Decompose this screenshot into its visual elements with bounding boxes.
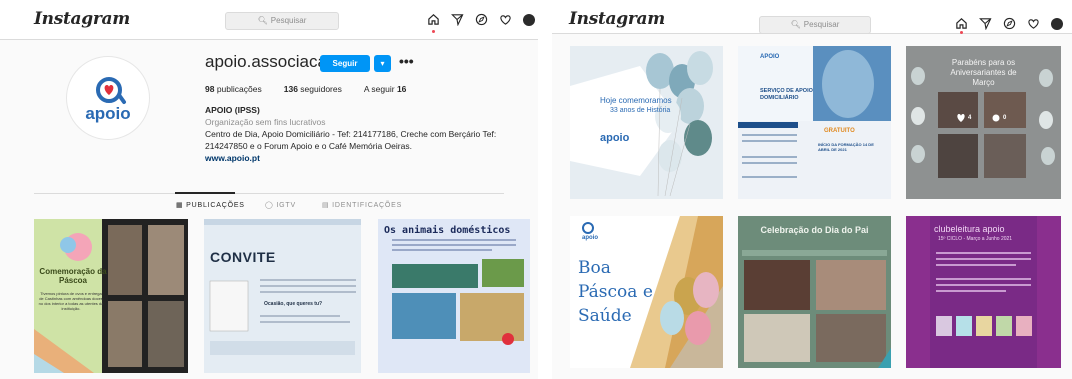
notification-dot [432,30,435,33]
post-art [392,239,524,345]
bio-link[interactable]: www.apoio.pt [205,152,505,164]
explore-icon[interactable] [475,13,488,26]
stat-posts: 98 publicações [205,84,262,94]
igtv-icon: ◯ [265,202,277,209]
heart-icon[interactable] [499,13,512,26]
search-icon: 🔍︎ [257,16,268,25]
heart-icon[interactable] [1027,17,1040,30]
post-subtitle: 15º CICLO - Março a Junho 2021 [938,236,1013,242]
grid-icon: ▦ [176,202,187,209]
instagram-logo[interactable]: Instagram [569,9,665,29]
nav-icons [955,17,1063,30]
bio-name: APOIO (IPSS) [205,105,260,115]
post-subtitle: 33 anos de História [610,107,671,114]
post-title: Hoje comemoramos [600,96,672,105]
search-placeholder: Pesquisar [803,20,840,29]
profile-avatar-icon[interactable] [1051,17,1063,30]
post-thumbnail[interactable]: Parabéns para os Aniversariantes de Març… [906,46,1061,199]
post-thumbnail[interactable]: apoio Boa Páscoa e Saúde [570,216,723,368]
post-caption: Ocasião, que queres tu? [264,301,323,307]
top-navbar: Instagram 🔍︎ Pesquisar [0,0,538,40]
profile-picture[interactable]: apoio [66,56,150,140]
post-thumbnail[interactable]: Hoje comemoramos 33 anos de História apo… [570,46,723,199]
post-brand: apoio [582,235,598,241]
post-caption: Tivemos pintura de ovos e entrega de Cas… [38,291,104,311]
direct-icon[interactable] [451,13,464,26]
follow-button[interactable]: Seguir [320,55,370,72]
post-thumbnail[interactable]: APOIO SERVIÇO DE APOIO DOMICILIÁRIO GRAT… [738,46,891,199]
tab-identificacoes[interactable]: ▤ IDENTIFICAÇÕES [322,201,402,209]
post-thumbnail[interactable]: clubeleitura apoio 15º CICLO - Março a J… [906,216,1061,368]
search-input[interactable]: 🔍︎ Pesquisar [225,12,339,30]
profile-bio: APOIO (IPSS) Organização sem fins lucrat… [205,104,505,164]
post-art [738,46,891,199]
post-badge: GRATUITO [824,128,855,134]
stat-following[interactable]: A seguir 16 [364,84,407,94]
home-icon[interactable] [955,17,968,30]
search-icon: 🔍︎ [790,20,801,29]
post-thumbnail[interactable]: Comemoração da Páscoa Tivemos pintura de… [34,219,188,373]
tab-publicacoes[interactable]: ▦ PUBLICAÇÕES [176,201,245,209]
comments-count: 0 [1003,115,1007,121]
tabs-divider [34,193,504,194]
post-title: Parabéns para os Aniversariantes de Març… [950,58,1017,87]
search-input[interactable]: 🔍︎ Pesquisar [759,16,871,34]
post-art [204,219,361,355]
post-brand: APOIO [760,54,780,60]
post-brand: apoio [600,132,630,144]
bio-category: Organização sem fins lucrativos [205,117,326,127]
instagram-logo[interactable]: Instagram [34,9,130,29]
profile-stats: 98 publicações 136 seguidores A seguir 1… [205,84,406,94]
post-title: clubeleitura apoio [934,224,1005,234]
post-thumbnail[interactable]: Os animais domésticos [378,219,530,373]
post-art [570,51,713,197]
tab-igtv[interactable]: ◯ IGTV [265,201,296,209]
post-title: Comemoração da Páscoa [39,267,107,285]
profile-username: apoio.associacao [205,52,337,71]
home-icon[interactable] [427,13,440,26]
search-placeholder: Pesquisar [270,16,307,25]
post-art [742,250,891,368]
stat-followers[interactable]: 136 seguidores [284,84,342,94]
nav-icons [427,13,535,26]
likes-count: 4 [968,115,972,121]
post-title: Boa Páscoa e Saúde [578,258,653,326]
explore-icon[interactable] [1003,17,1016,30]
notification-dot [960,31,963,34]
top-navbar: Instagram 🔍︎ Pesquisar [552,0,1072,34]
more-options-icon[interactable]: ••• [399,53,414,69]
chevron-down-icon: ▾ [380,59,385,68]
direct-icon[interactable] [979,17,992,30]
right-screenshot: Instagram 🔍︎ Pesquisar Hoje comemoramos 3… [552,0,1072,379]
tag-icon: ▤ [322,202,333,209]
post-title: SERVIÇO DE APOIO DOMICILIÁRIO [760,88,813,101]
post-thumbnail[interactable]: Celebração do Dia do Pai [738,216,891,368]
avatar-brand-text: apoio [85,104,131,123]
post-title: Celebração do Dia do Pai [760,225,869,235]
apoio-logo-icon [96,77,126,104]
suggested-dropdown-button[interactable]: ▾ [374,55,391,72]
post-thumbnail[interactable]: CONVITE Ocasião, que queres tu? [204,219,361,373]
active-tab-indicator [175,192,235,194]
bio-text: Centro de Dia, Apoio Domiciliário - Tef:… [205,129,497,151]
profile-avatar-icon[interactable] [523,13,535,26]
left-screenshot: Instagram 🔍︎ Pesquisar apoio apoio.associ… [0,0,538,379]
post-date: INÍCIO DA FORMAÇÃO 14 DE ABRIL DE 2021 [818,142,874,152]
